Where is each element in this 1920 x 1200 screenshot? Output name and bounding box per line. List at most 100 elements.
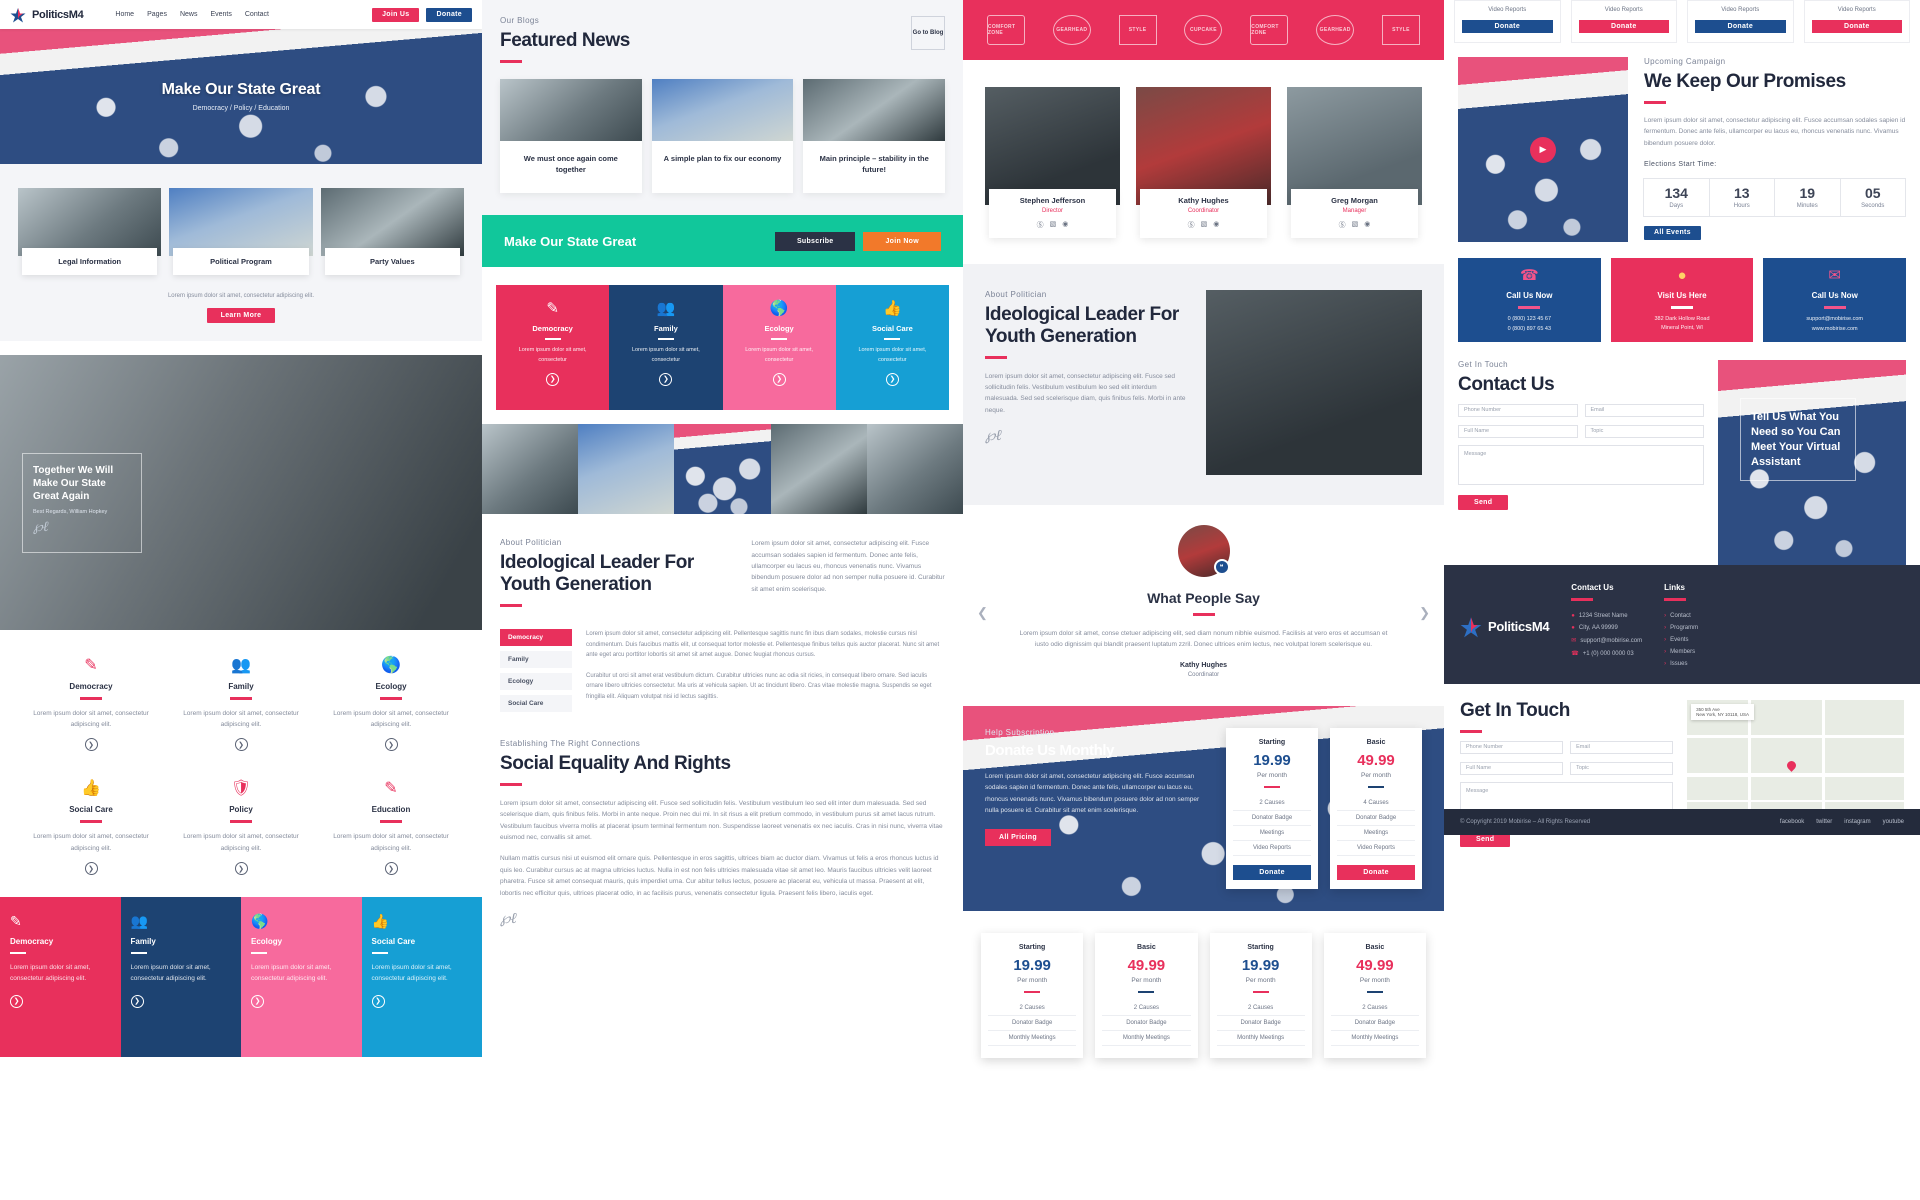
blog-card[interactable]: Main principle – stability in the future… [803, 78, 946, 194]
strip-card-democracy[interactable]: ✎ Democracy Lorem ipsum dolor sit amet, … [0, 897, 121, 1057]
map-widget[interactable]: 350 5th Ave New York, NY 10118, USA [1687, 700, 1904, 818]
prev-arrow-icon[interactable]: ❮ [977, 605, 988, 621]
footer-link[interactable]: › Members [1664, 646, 1698, 658]
tab-social-care[interactable]: Social Care [500, 695, 572, 713]
arrow-right-icon[interactable]: ❯ [885, 372, 899, 386]
name-input[interactable]: Full Name [1458, 424, 1578, 438]
nav-item-pages[interactable]: Pages [147, 11, 167, 18]
feature-item[interactable]: 👍 Social Care Lorem ipsum dolor sit amet… [16, 781, 166, 875]
join-us-button[interactable]: Join Us [372, 7, 420, 22]
arrow-right-icon[interactable]: ❯ [251, 994, 264, 1008]
blog-card[interactable]: A simple plan to fix our economy [651, 78, 794, 194]
all-events-button[interactable]: All Events [1644, 225, 1701, 240]
email-input[interactable]: Email [1584, 403, 1704, 417]
feature-item[interactable]: 🛡 Policy Lorem ipsum dolor sit amet, con… [166, 781, 316, 875]
dribbble-icon[interactable]: ◉ [1213, 220, 1219, 230]
play-icon[interactable]: ▶ [1530, 136, 1556, 163]
dribbble-icon[interactable]: ◉ [1062, 220, 1068, 230]
skype-icon[interactable]: Ⓢ [1037, 220, 1044, 230]
info-card[interactable]: Legal Information [18, 188, 162, 275]
send-button[interactable]: Send [1458, 494, 1509, 510]
all-pricing-button[interactable]: All Pricing [985, 828, 1051, 846]
arrow-right-icon[interactable]: ❯ [84, 862, 98, 875]
info-card[interactable]: Party Values [320, 188, 464, 275]
footer-link[interactable]: › Events [1664, 634, 1698, 646]
instagram-icon[interactable]: ▧ [1352, 220, 1359, 230]
arrow-right-icon[interactable]: ❯ [130, 994, 144, 1008]
pillar-family[interactable]: 👥 Family Lorem ipsum dolor sit amet, con… [609, 285, 723, 411]
donate-button[interactable]: Donate [1811, 20, 1902, 33]
feature-item[interactable]: ✎ Democracy Lorem ipsum dolor sit amet, … [16, 657, 166, 752]
go-to-blog-button[interactable]: Go to Blog [911, 16, 945, 50]
contact-card-mail[interactable]: ✉ Call Us Now support@mobirise.com www.m… [1763, 258, 1907, 342]
instagram-icon[interactable]: ▧ [1050, 220, 1057, 230]
donor-card[interactable]: Video Reports Donate [1687, 0, 1794, 43]
donate-button[interactable]: Donate [1462, 20, 1553, 33]
youtube-icon[interactable]: youtube [1883, 819, 1904, 825]
skype-icon[interactable]: Ⓢ [1188, 220, 1195, 230]
skype-icon[interactable]: Ⓢ [1339, 220, 1346, 230]
feature-item[interactable]: ✎ Education Lorem ipsum dolor sit amet, … [316, 781, 466, 875]
pillar-ecology[interactable]: 🌎 Ecology Lorem ipsum dolor sit amet, co… [722, 285, 836, 411]
plan-card[interactable]: Basic 49.99 Per month 2 Causes Donator B… [1323, 932, 1426, 1058]
arrow-right-icon[interactable]: ❯ [659, 372, 673, 386]
feature-item[interactable]: 🌎 Ecology Lorem ipsum dolor sit amet, co… [316, 657, 466, 752]
twitter-icon[interactable]: twitter [1816, 819, 1832, 825]
email-input[interactable]: Email [1570, 740, 1674, 754]
strip-card-family[interactable]: 👥 Family Lorem ipsum dolor sit amet, con… [120, 897, 241, 1057]
tab-democracy[interactable]: Democracy [500, 629, 572, 647]
name-input[interactable]: Full Name [1460, 761, 1564, 775]
pillar-social-care[interactable]: 👍 Social Care Lorem ipsum dolor sit amet… [835, 285, 949, 411]
facebook-icon[interactable]: facebook [1780, 819, 1804, 825]
nav-item-home[interactable]: Home [115, 11, 134, 18]
team-card[interactable]: Stephen Jefferson Director Ⓢ ▧ ◉ [985, 87, 1120, 238]
arrow-right-icon[interactable]: ❯ [546, 372, 560, 386]
nav-item-news[interactable]: News [180, 11, 198, 18]
arrow-right-icon[interactable]: ❯ [84, 738, 98, 752]
dribbble-icon[interactable]: ◉ [1364, 220, 1370, 230]
arrow-right-icon[interactable]: ❯ [772, 372, 786, 386]
arrow-right-icon[interactable]: ❯ [384, 862, 398, 875]
instagram-icon[interactable]: ▧ [1201, 220, 1208, 230]
nav-item-contact[interactable]: Contact [245, 11, 269, 18]
footer-link[interactable]: › Programm [1664, 622, 1698, 634]
donate-button[interactable]: Donate [1337, 864, 1415, 880]
tab-ecology[interactable]: Ecology [500, 673, 572, 691]
topic-input[interactable]: Topic [1584, 424, 1704, 438]
next-arrow-icon[interactable]: ❯ [1419, 605, 1430, 621]
contact-card-visit[interactable]: ● Visit Us Here 382 Dark Hollow Road Min… [1610, 258, 1754, 342]
topic-input[interactable]: Topic [1570, 761, 1674, 775]
arrow-right-icon[interactable]: ❯ [234, 738, 248, 752]
info-card[interactable]: Political Program [169, 188, 313, 275]
arrow-right-icon[interactable]: ❯ [384, 738, 398, 752]
blog-card[interactable]: We must once again come together [500, 78, 642, 194]
strip-card-social-care[interactable]: 👍 Social Care Lorem ipsum dolor sit amet… [361, 897, 482, 1057]
plan-card[interactable]: Starting 19.99 Per month 2 Causes Donato… [1226, 727, 1318, 889]
learn-more-button[interactable]: Learn More [206, 307, 276, 323]
footer-link[interactable]: › Contact [1664, 610, 1698, 622]
phone-input[interactable]: Phone Number [1460, 740, 1564, 754]
team-card[interactable]: Kathy Hughes Coordinator Ⓢ ▧ ◉ [1136, 87, 1271, 238]
instagram-icon[interactable]: instagram [1844, 819, 1870, 825]
donate-button[interactable]: Donate [1695, 20, 1786, 33]
donate-button[interactable]: Donate [1578, 20, 1669, 33]
phone-input[interactable]: Phone Number [1458, 403, 1578, 417]
plan-card[interactable]: Basic 49.99 Per month 4 Causes Donator B… [1330, 727, 1422, 889]
nav-item-events[interactable]: Events [210, 11, 231, 18]
arrow-right-icon[interactable]: ❯ [10, 994, 23, 1008]
join-now-button[interactable]: Join Now [863, 231, 941, 251]
arrow-right-icon[interactable]: ❯ [371, 994, 385, 1008]
donate-button[interactable]: Donate [1233, 864, 1311, 880]
subscribe-button[interactable]: Subscribe [774, 231, 856, 251]
footer-link[interactable]: › Issues [1664, 658, 1698, 670]
contact-card-call[interactable]: ☎ Call Us Now 0 (800) 123 45 67 0 (800) … [1458, 258, 1601, 342]
donate-button[interactable]: Donate [426, 7, 472, 22]
plan-card[interactable]: Starting 19.99 Per month 2 Causes Donato… [981, 932, 1084, 1058]
promo-video[interactable]: ▶ [1458, 57, 1628, 242]
feature-item[interactable]: 👥 Family Lorem ipsum dolor sit amet, con… [166, 657, 316, 752]
message-textarea[interactable]: Message [1458, 444, 1704, 485]
donor-card[interactable]: Video Reports Donate [1454, 0, 1561, 43]
donor-card[interactable]: Video Reports Donate [1803, 0, 1910, 43]
plan-card[interactable]: Starting 19.99 Per month 2 Causes Donato… [1209, 932, 1312, 1058]
strip-card-ecology[interactable]: 🌎 Ecology Lorem ipsum dolor sit amet, co… [241, 897, 362, 1057]
